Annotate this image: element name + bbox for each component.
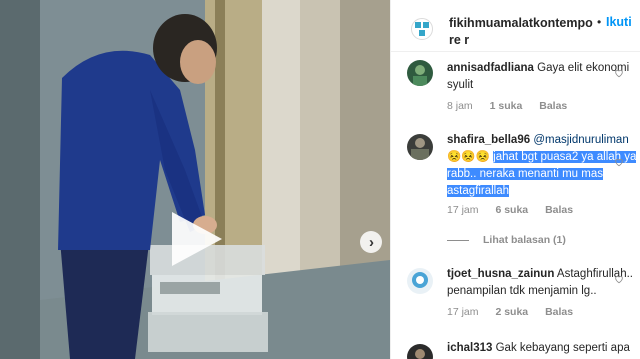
comment-likes[interactable]: 1 suka <box>490 100 523 112</box>
follow-button[interactable]: Ikuti <box>606 15 632 29</box>
comment-time: 8 jam <box>447 100 473 112</box>
heart-outline-icon[interactable] <box>614 157 624 167</box>
comment-body: tjoet_husna_zainun Astaghfirullah.. pena… <box>447 266 639 300</box>
comment-likes[interactable]: 2 suka <box>495 306 528 318</box>
comment-body: shafira_bella96 @masjidnuruliman 😣😣😣 jah… <box>447 132 639 200</box>
avatar[interactable] <box>407 344 433 359</box>
view-replies-label: Lihat balasan (1) <box>483 234 566 246</box>
play-icon[interactable] <box>172 212 222 266</box>
comment-meta: 17 jam 6 suka Balas <box>447 204 587 216</box>
heart-outline-icon[interactable] <box>614 68 624 78</box>
comment-text: Gak kebayang seperti apa <box>495 342 630 354</box>
post-header: fikihmuamalatkontempore r • Ikuti <box>391 0 640 52</box>
comment-username[interactable]: shafira_bella96 <box>447 134 530 146</box>
next-media-button[interactable]: › <box>360 231 382 253</box>
comment-username[interactable]: ichal313 <box>447 342 492 354</box>
comment-meta: 8 jam 1 suka Balas <box>447 100 581 112</box>
reply-button[interactable]: Balas <box>545 306 573 318</box>
comment-likes[interactable]: 6 suka <box>495 204 528 216</box>
chevron-right-icon: › <box>369 233 374 251</box>
comment-meta: 17 jam 2 suka Balas <box>447 306 587 318</box>
comment-body: ichal313 Gak kebayang seperti apa <box>447 340 639 357</box>
comment-mention[interactable]: @masjidnuruliman <box>533 134 628 146</box>
comment-username[interactable]: annisadfadliana <box>447 62 534 74</box>
account-username[interactable]: fikihmuamalatkontempore r <box>449 15 594 49</box>
video-frame <box>0 0 390 359</box>
account-logo-icon <box>415 22 429 36</box>
heart-outline-icon[interactable] <box>614 274 624 284</box>
avatar[interactable] <box>407 60 433 86</box>
comments-panel: fikihmuamalatkontempore r • Ikuti annisa… <box>390 0 640 359</box>
avatar[interactable] <box>407 268 433 294</box>
reply-button[interactable]: Balas <box>539 100 567 112</box>
view-replies-button[interactable]: Lihat balasan (1) <box>447 234 566 246</box>
account-avatar[interactable] <box>411 18 433 40</box>
comment-time: 17 jam <box>447 306 479 318</box>
comment-body: annisadfadliana Gaya elit ekonomi syulit <box>447 60 639 94</box>
video-player[interactable]: › <box>0 0 390 359</box>
comment-username[interactable]: tjoet_husna_zainun <box>447 268 554 280</box>
avatar[interactable] <box>407 134 433 160</box>
header-separator: • <box>597 15 602 29</box>
comment-time: 17 jam <box>447 204 479 216</box>
comment-emoji: 😣😣😣 <box>447 151 490 163</box>
replies-divider <box>447 239 469 241</box>
reply-button[interactable]: Balas <box>545 204 573 216</box>
